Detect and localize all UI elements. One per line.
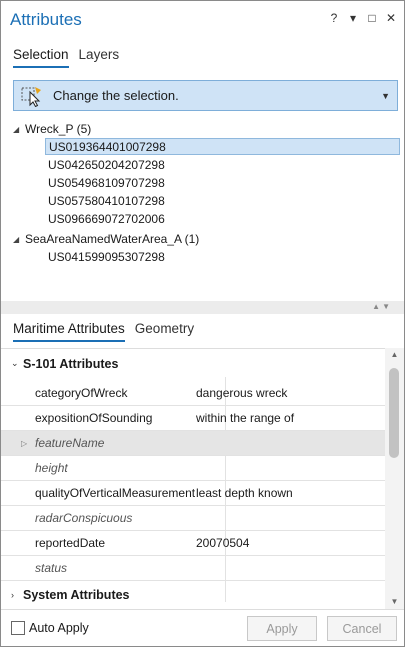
attribute-row[interactable]: ▷ featureName [1, 431, 385, 456]
tree-item[interactable]: US019364401007298 [45, 138, 400, 155]
section-label: S-101 Attributes [23, 356, 119, 371]
tab-layers[interactable]: Layers [79, 47, 120, 68]
section-system-attributes[interactable]: › System Attributes [1, 582, 385, 607]
attribute-name: status [35, 561, 68, 575]
splitter-arrows-icon[interactable]: ▲▼ [372, 302, 392, 311]
tree-item[interactable]: US057580410107298 [45, 192, 400, 209]
tree-group-label: Wreck_P (5) [25, 122, 92, 136]
tree-item[interactable]: US041599095307298 [45, 248, 400, 265]
window-controls: ? ▾ □ ✕ [329, 12, 396, 24]
expand-triangle-icon[interactable]: ◢ [13, 235, 25, 244]
attribute-value[interactable]: 20070504 [196, 536, 249, 550]
footer-bar: Auto Apply Apply Cancel [1, 609, 404, 646]
tree-group-wreck[interactable]: ◢ Wreck_P (5) [13, 122, 91, 136]
tab-geometry[interactable]: Geometry [135, 321, 194, 342]
expand-triangle-icon[interactable]: ◢ [13, 125, 25, 134]
tree-group-seaarea[interactable]: ◢ SeaAreaNamedWaterArea_A (1) [13, 232, 199, 246]
attribute-name: radarConspicuous [35, 511, 133, 525]
expand-arrow-icon[interactable]: ▷ [21, 439, 27, 448]
change-selection-label: Change the selection. [53, 88, 179, 103]
vertical-scrollbar[interactable]: ▲ ▼ [385, 348, 404, 609]
attribute-value[interactable]: dangerous wreck [196, 386, 287, 400]
attributes-pane: Attributes ? ▾ □ ✕ Selection Layers Chan… [0, 0, 405, 647]
section-s101-attributes[interactable]: ⌄ S-101 Attributes [1, 351, 385, 376]
scroll-up-icon[interactable]: ▲ [385, 348, 404, 362]
attribute-row[interactable]: categoryOfWreck dangerous wreck [1, 381, 385, 406]
attribute-name: reportedDate [35, 536, 106, 550]
selection-cursor-icon [21, 86, 41, 107]
auto-apply-label: Auto Apply [29, 621, 89, 635]
tree-item[interactable]: US054968109707298 [45, 174, 400, 191]
attribute-value[interactable]: least depth known [196, 486, 293, 500]
attribute-row[interactable]: expositionOfSounding within the range of [1, 406, 385, 431]
tree-item[interactable]: US096669072702006 [45, 210, 400, 227]
attribute-name: height [35, 461, 68, 475]
scroll-thumb[interactable] [389, 368, 399, 458]
attribute-name: expositionOfSounding [35, 411, 153, 425]
tab-selection[interactable]: Selection [13, 47, 69, 68]
chevron-right-icon[interactable]: › [1, 590, 23, 600]
attribute-value[interactable]: within the range of [196, 411, 294, 425]
pane-menu-icon[interactable]: ▾ [348, 12, 358, 24]
attribute-row[interactable]: status [1, 556, 385, 581]
bottom-tabs: Maritime Attributes Geometry [13, 321, 194, 342]
tree-group-label: SeaAreaNamedWaterArea_A (1) [25, 232, 200, 246]
cancel-button[interactable]: Cancel [327, 616, 397, 641]
tab-maritime-attributes[interactable]: Maritime Attributes [13, 321, 125, 342]
change-selection-dropdown[interactable]: Change the selection. ▼ [13, 80, 398, 111]
maximize-icon[interactable]: □ [367, 12, 377, 24]
selection-tree: ◢ Wreck_P (5) US019364401007298 US042650… [1, 117, 404, 301]
top-tabs: Selection Layers [13, 47, 119, 68]
title-bar: Attributes ? ▾ □ ✕ [1, 1, 404, 37]
apply-button[interactable]: Apply [247, 616, 317, 641]
attribute-name: qualityOfVerticalMeasurement [35, 486, 196, 500]
attribute-row[interactable]: reportedDate 20070504 [1, 531, 385, 556]
chevron-down-icon[interactable]: ⌄ [1, 358, 23, 369]
chevron-down-icon: ▼ [381, 90, 390, 101]
attribute-row[interactable]: height [1, 456, 385, 481]
attribute-row[interactable]: qualityOfVerticalMeasurement least depth… [1, 481, 385, 506]
scroll-down-icon[interactable]: ▼ [385, 595, 404, 609]
pane-splitter[interactable]: ▲▼ [1, 301, 404, 314]
pane-title: Attributes [10, 10, 82, 29]
close-icon[interactable]: ✕ [386, 12, 396, 24]
attribute-row[interactable]: radarConspicuous [1, 506, 385, 531]
help-icon[interactable]: ? [329, 12, 339, 24]
section-label: System Attributes [23, 587, 130, 602]
auto-apply-checkbox[interactable] [11, 621, 25, 635]
attribute-name: featureName [35, 436, 105, 450]
tree-item[interactable]: US042650204207298 [45, 156, 400, 173]
attribute-grid: ⌄ S-101 Attributes categoryOfWreck dange… [1, 348, 404, 609]
attribute-name: categoryOfWreck [35, 386, 128, 400]
